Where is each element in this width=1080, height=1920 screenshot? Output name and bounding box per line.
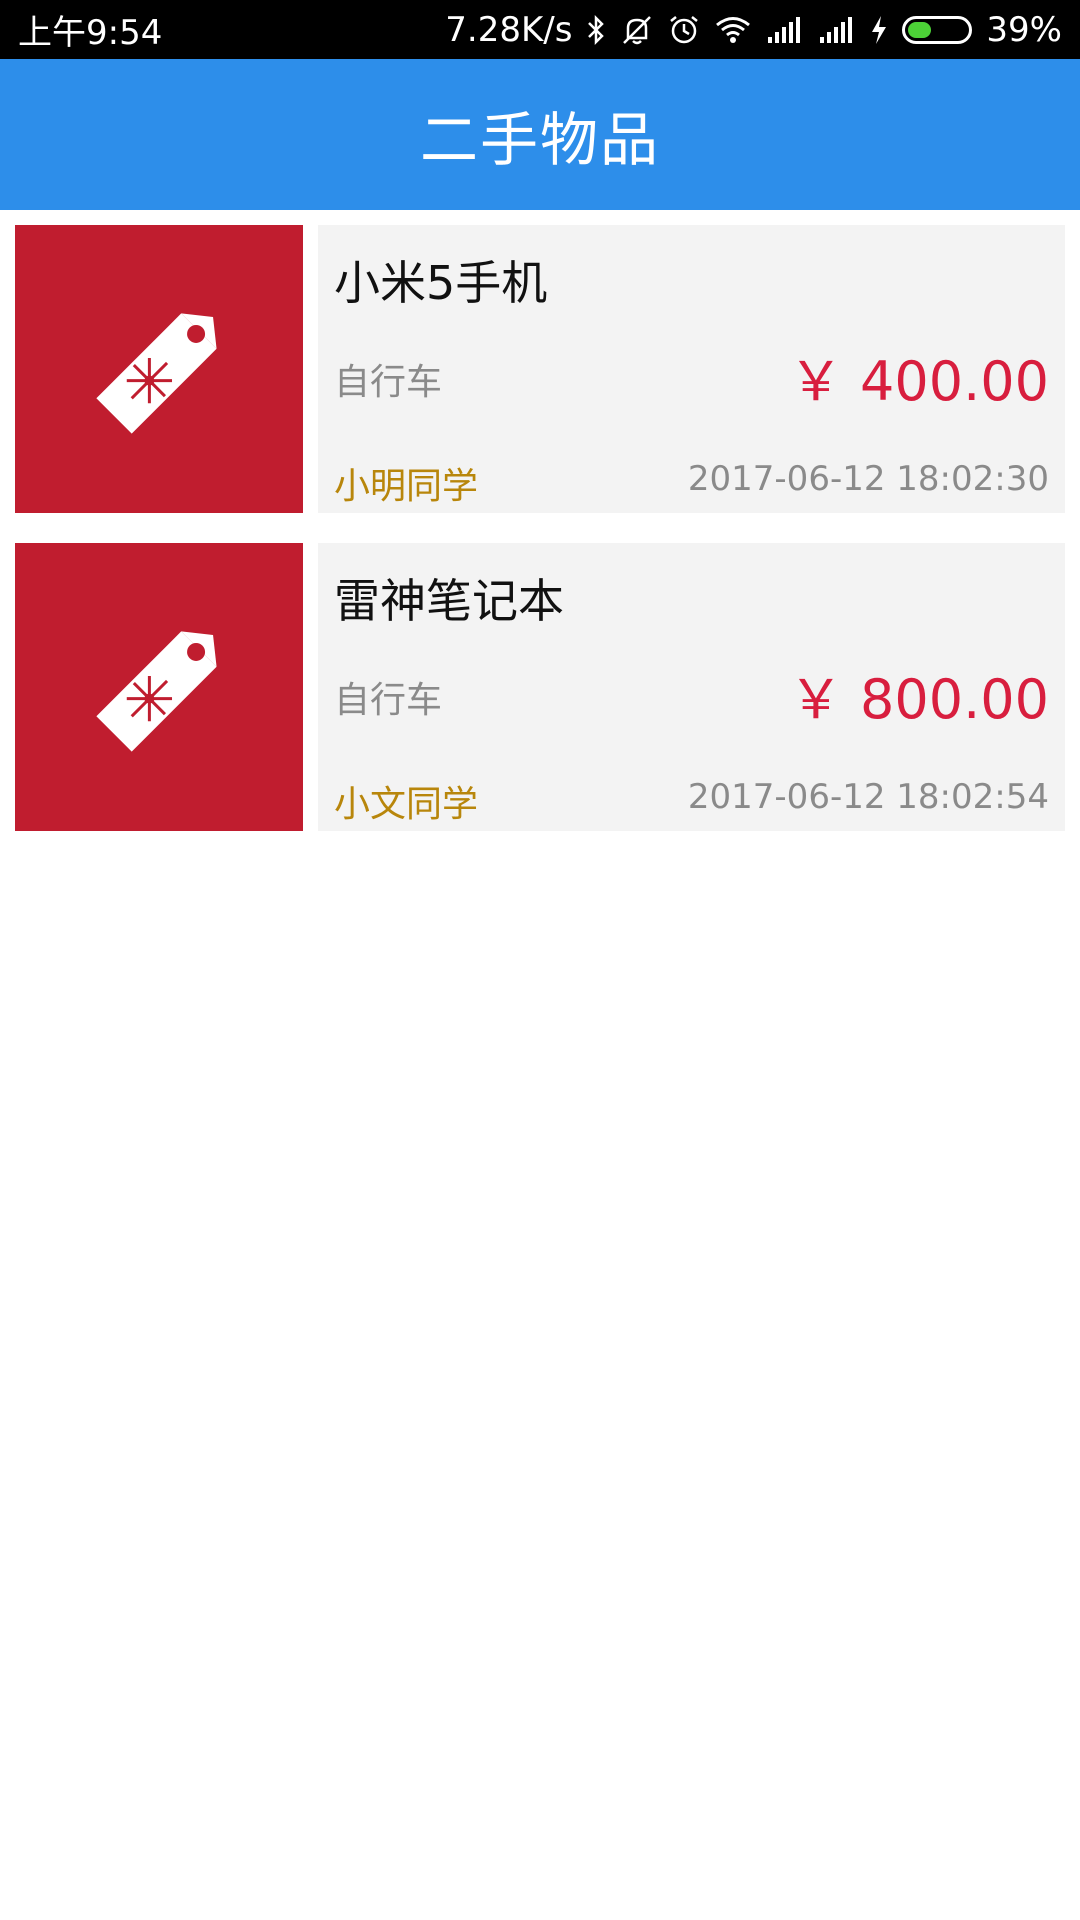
item-category: 自行车	[334, 680, 443, 721]
status-icons: 7.28K/s 39%	[445, 10, 1062, 50]
item-card: 雷神笔记本 自行车 ￥ 800.00 小文同学 2017-06-12 18:02…	[318, 543, 1065, 831]
battery-percent: 39%	[986, 9, 1062, 50]
item-title: 雷神笔记本	[334, 574, 564, 628]
battery-icon	[902, 15, 973, 44]
mute-icon	[620, 14, 654, 46]
item-title: 小米5手机	[334, 256, 548, 310]
list-item[interactable]: 小米5手机 自行车 ￥ 400.00 小明同学 2017-06-12 18:02…	[15, 225, 1065, 513]
status-bar: 上午9:54 7.28K/s 39%	[0, 0, 1080, 59]
bluetooth-icon	[586, 14, 606, 46]
network-speed: 7.28K/s	[445, 9, 573, 50]
list-item[interactable]: 雷神笔记本 自行车 ￥ 800.00 小文同学 2017-06-12 18:02…	[15, 543, 1065, 831]
page-title: 二手物品	[419, 105, 660, 174]
item-price: ￥ 800.00	[788, 668, 1049, 731]
item-category: 自行车	[334, 362, 443, 403]
item-price: ￥ 400.00	[788, 350, 1049, 413]
app-bar: 二手物品	[0, 59, 1080, 210]
status-time: 上午9:54	[18, 13, 163, 53]
item-thumbnail	[15, 543, 303, 831]
signal-icon	[766, 15, 804, 45]
item-timestamp: 2017-06-12 18:02:54	[687, 777, 1049, 817]
signal-icon	[818, 15, 856, 45]
item-timestamp: 2017-06-12 18:02:30	[687, 459, 1049, 499]
item-seller: 小文同学	[334, 784, 479, 825]
item-seller: 小明同学	[334, 466, 479, 507]
charging-icon	[870, 15, 888, 45]
item-card: 小米5手机 自行车 ￥ 400.00 小明同学 2017-06-12 18:02…	[318, 225, 1065, 513]
alarm-icon	[668, 14, 700, 46]
battery-level	[908, 21, 932, 38]
wifi-icon	[714, 15, 752, 45]
item-thumbnail	[15, 225, 303, 513]
